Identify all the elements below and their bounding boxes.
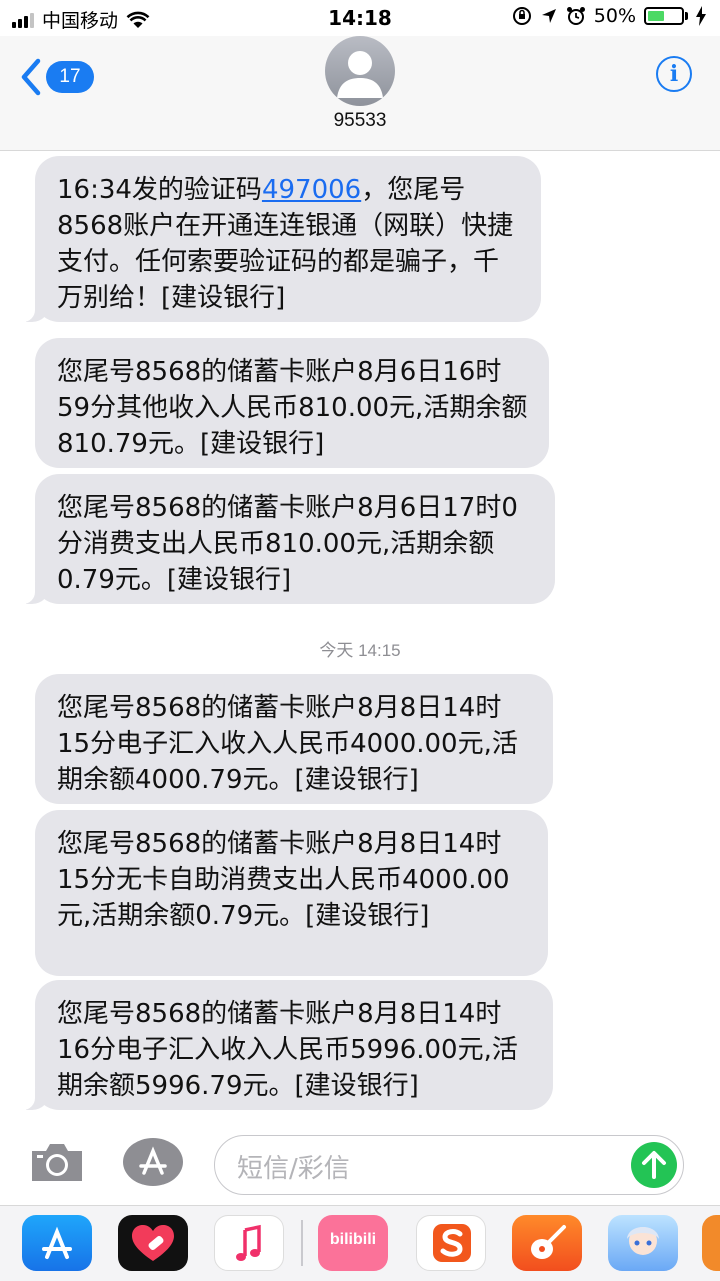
music-icon: [236, 1224, 261, 1261]
message-bubble[interactable]: 您尾号8568的储蓄卡账户8月6日16时59分其他收入人民币810.00元,活期…: [35, 338, 549, 468]
message-text: 您尾号8568的储蓄卡账户8月8日14时15分无卡自助消费支出人民币4000.0…: [57, 829, 510, 931]
app-store-drawer-item[interactable]: [22, 1215, 92, 1271]
app-store-icon: [123, 1138, 183, 1186]
anime-game-drawer-item[interactable]: [608, 1215, 678, 1271]
message-bubble[interactable]: 您尾号8568的储蓄卡账户8月6日17时0分消费支出人民币810.00元,活期余…: [13, 474, 555, 604]
message-text: 您尾号8568的储蓄卡账户8月6日16时59分其他收入人民币810.00元,活期…: [57, 357, 528, 459]
person-icon: [337, 51, 383, 98]
chevron-left-icon: [21, 58, 41, 96]
contact-avatar[interactable]: [325, 36, 395, 106]
message-text: 您尾号8568的储蓄卡账户8月8日14时15分电子汇入收入人民币4000.00元…: [57, 693, 518, 795]
sogou-input-icon: [433, 1224, 471, 1262]
app-drawer: bilibili: [0, 1205, 720, 1281]
timestamp-divider: 今天 14:15: [319, 641, 401, 660]
compose-bar: 短信/彩信: [0, 1125, 720, 1205]
back-button[interactable]: 17: [20, 58, 94, 96]
app-store-button[interactable]: [122, 1137, 184, 1187]
battery-percent: 50%: [593, 5, 636, 27]
digital-touch-icon: [132, 1225, 174, 1261]
message-bubble[interactable]: 您尾号8568的储蓄卡账户8月8日14时15分电子汇入收入人民币4000.00元…: [35, 674, 553, 804]
bilibili-icon: bilibili: [329, 1231, 377, 1248]
guitar-app-drawer-item[interactable]: [512, 1215, 582, 1271]
camera-icon: [32, 1144, 82, 1181]
partial-drawer-item[interactable]: [702, 1215, 720, 1271]
verification-code-link[interactable]: 497006: [262, 175, 361, 205]
guitar-app-icon: [531, 1225, 566, 1259]
message-thread: 16:34发的验证码497006，您尾号8568账户在开通连连银通（网联）快捷支…: [0, 150, 720, 1125]
location-icon: [541, 9, 556, 23]
alarm-icon: [566, 7, 585, 25]
send-button[interactable]: [631, 1142, 677, 1188]
message-bubble[interactable]: 16:34发的验证码497006，您尾号8568账户在开通连连银通（网联）快捷支…: [13, 156, 541, 322]
message-input-placeholder: 短信/彩信: [237, 1154, 350, 1184]
info-button[interactable]: i: [656, 56, 692, 92]
sogou-drawer-item[interactable]: [416, 1215, 486, 1271]
message-text: 16:34发的验证码: [57, 175, 262, 205]
message-text: 您尾号8568的储蓄卡账户8月8日14时16分电子汇入收入人民币5996.00元…: [57, 999, 518, 1101]
bilibili-drawer-item[interactable]: bilibili: [318, 1215, 388, 1271]
digital-touch-drawer-item[interactable]: [118, 1215, 188, 1271]
contact-name[interactable]: 95533: [0, 110, 720, 132]
charging-icon: [696, 6, 706, 26]
camera-button[interactable]: [28, 1139, 86, 1185]
app-store-icon: [42, 1226, 72, 1259]
message-bubble[interactable]: 您尾号8568的储蓄卡账户8月8日14时16分电子汇入收入人民币5996.00元…: [13, 980, 553, 1110]
status-right: 50%: [512, 5, 706, 27]
unread-count-badge: 17: [46, 61, 94, 93]
orientation-lock-icon: [512, 7, 531, 25]
arrow-up-icon: [642, 1151, 666, 1179]
battery-icon: [644, 7, 684, 25]
status-bar: 中国移动 14:18 50%: [0, 0, 720, 36]
message-bubble[interactable]: 您尾号8568的储蓄卡账户8月8日14时15分无卡自助消费支出人民币4000.0…: [35, 810, 548, 976]
anime-game-icon: [627, 1227, 659, 1255]
music-drawer-item[interactable]: [214, 1215, 284, 1271]
drawer-divider: [301, 1220, 303, 1266]
message-input[interactable]: 短信/彩信: [214, 1135, 684, 1195]
conversation-header: 17 95533 i: [0, 36, 720, 151]
message-text: 您尾号8568的储蓄卡账户8月6日17时0分消费支出人民币810.00元,活期余…: [57, 493, 518, 595]
